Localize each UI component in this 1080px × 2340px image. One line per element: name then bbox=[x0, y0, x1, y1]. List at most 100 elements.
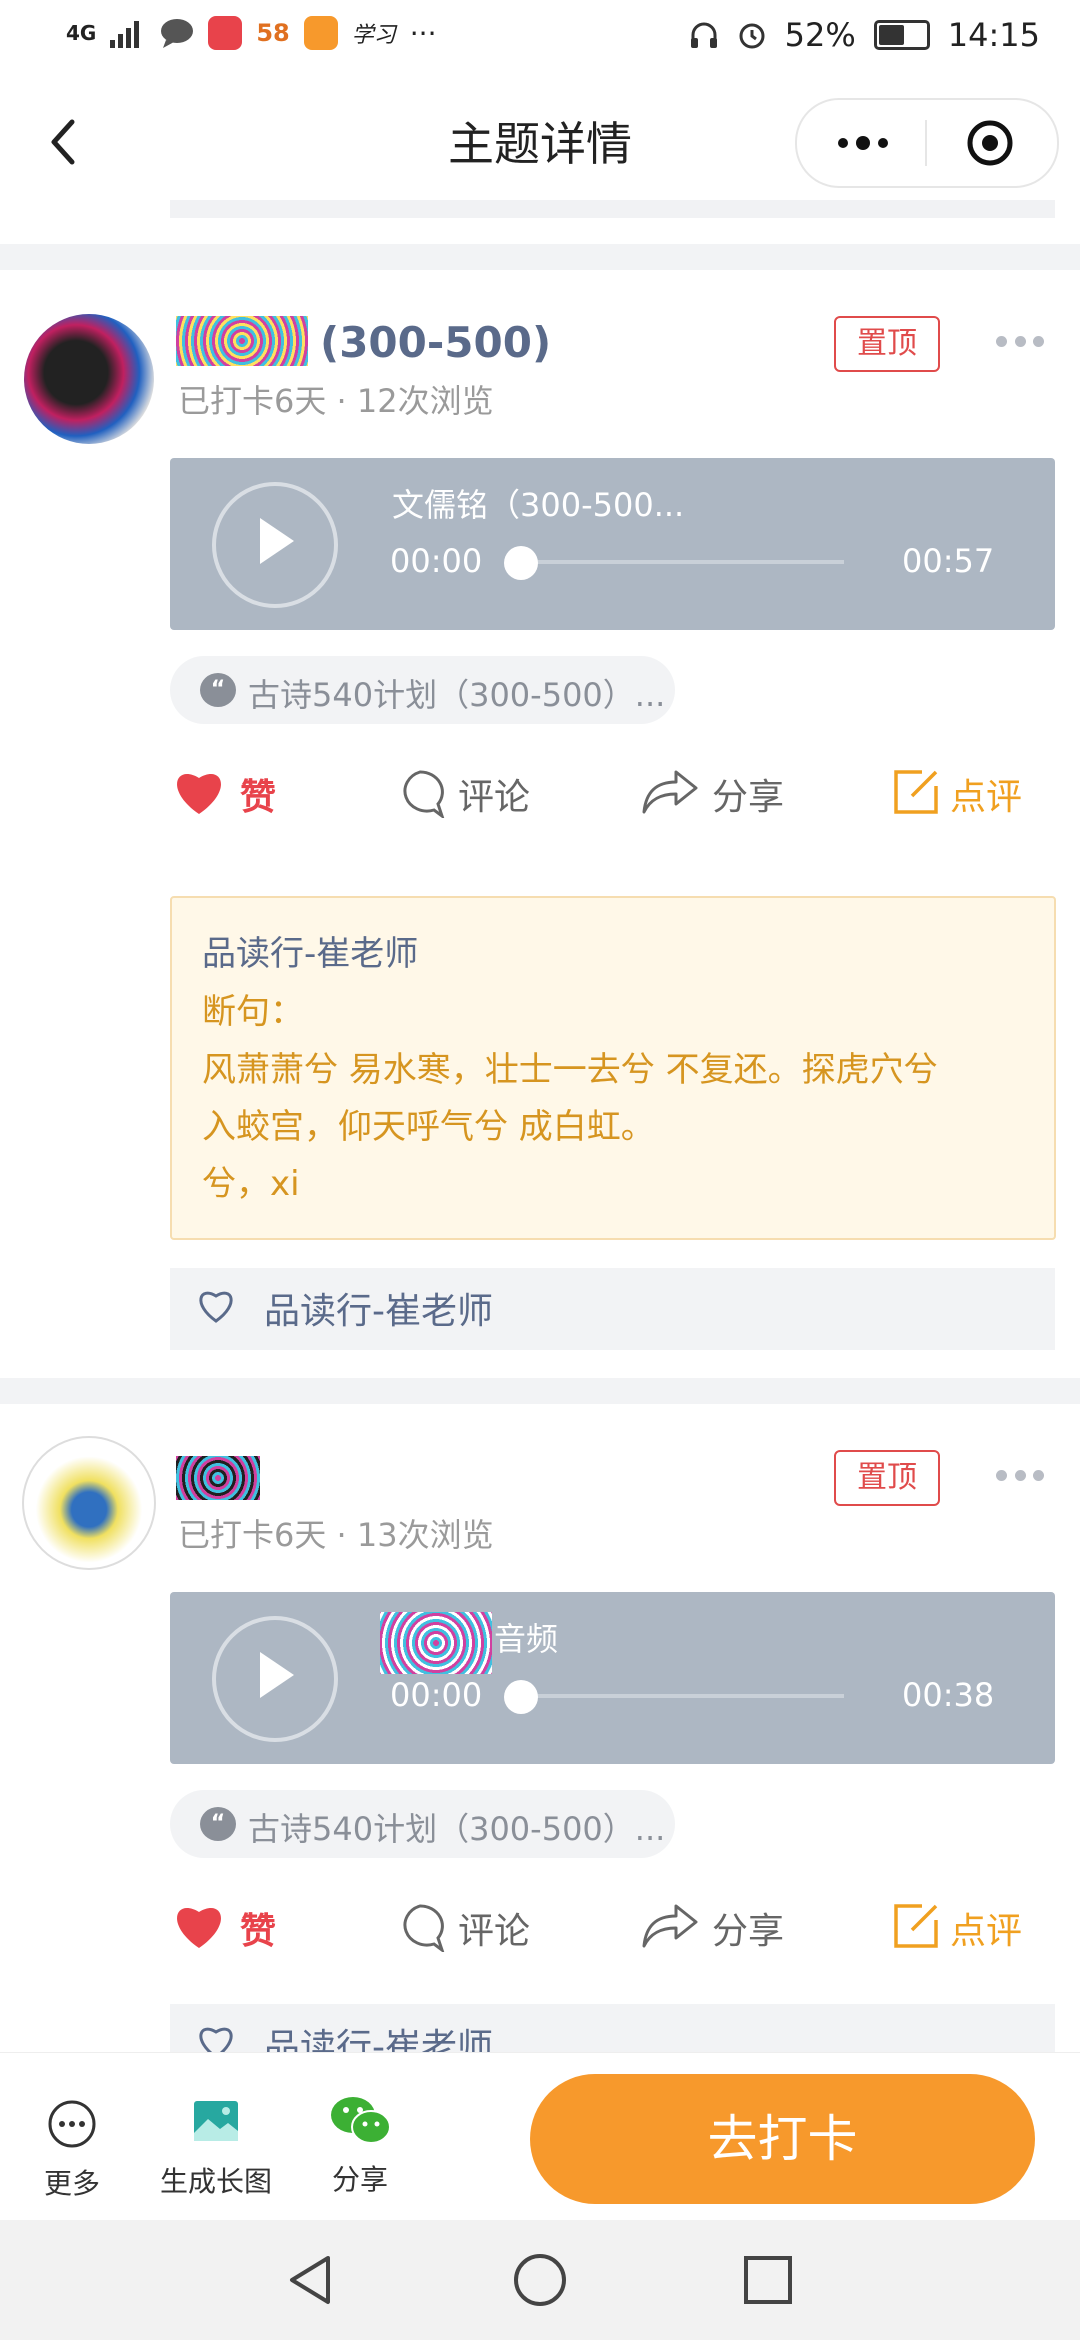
study-app-icon: 学习 bbox=[351, 23, 396, 48]
share-label: 分享 bbox=[712, 1911, 785, 1952]
audio-progress-knob[interactable] bbox=[504, 1680, 538, 1714]
more-dots-icon[interactable] bbox=[833, 122, 893, 164]
nav-recents-icon[interactable] bbox=[742, 2254, 794, 2306]
comment-bubble-icon bbox=[403, 770, 445, 818]
topic-tag[interactable]: “ 古诗540计划（300-500）... bbox=[170, 1790, 675, 1858]
huawei-app-icon bbox=[208, 16, 243, 50]
like-button[interactable]: 赞 bbox=[172, 762, 302, 822]
status-more: ··· bbox=[409, 16, 437, 50]
audio-current-time: 00:00 bbox=[390, 542, 483, 580]
edit-icon bbox=[894, 1904, 938, 1948]
review-line: 兮，xi bbox=[202, 1164, 300, 1204]
previous-post-remnant bbox=[170, 200, 1055, 218]
audio-title: 音频 bbox=[494, 1620, 559, 1658]
post-more-icon[interactable] bbox=[996, 336, 1044, 348]
audio-title: 文儒铭（300-500... bbox=[392, 486, 685, 524]
comment-label: 评论 bbox=[458, 1911, 531, 1952]
review-author[interactable]: 品读行-崔老师 bbox=[202, 926, 418, 975]
liked-by-bar: 品读行-崔老师 bbox=[170, 1268, 1055, 1350]
nav-back-icon[interactable] bbox=[284, 2252, 336, 2308]
share-button[interactable]: 分享 bbox=[640, 762, 790, 822]
audio-progress-knob[interactable] bbox=[504, 546, 538, 580]
nav-home-icon[interactable] bbox=[512, 2252, 568, 2308]
play-button[interactable] bbox=[212, 482, 338, 608]
nickname[interactable]: (300-500) bbox=[320, 318, 551, 367]
nickname-blurred bbox=[176, 316, 308, 366]
nickname-blurred bbox=[176, 1456, 260, 1500]
audio-player: 文儒铭（300-500... 00:00 00:57 bbox=[170, 458, 1055, 630]
like-label: 赞 bbox=[240, 1911, 277, 1952]
post-meta: 已打卡6天 · 12次浏览 bbox=[178, 382, 494, 420]
post-meta: 已打卡6天 · 13次浏览 bbox=[178, 1516, 494, 1554]
edit-icon bbox=[894, 770, 938, 814]
network-indicator: 4G bbox=[66, 21, 97, 45]
checkin-button[interactable]: 去打卡 bbox=[530, 2074, 1035, 2204]
battery-icon bbox=[873, 20, 930, 50]
review-button[interactable]: 点评 bbox=[892, 762, 1042, 822]
like-label: 赞 bbox=[240, 777, 277, 818]
headphones-icon bbox=[690, 22, 717, 48]
miniprogram-capsule bbox=[795, 98, 1059, 188]
heart-filled-icon bbox=[177, 774, 221, 814]
image-icon bbox=[194, 2101, 238, 2141]
liked-by-bar: 品读行-崔老师 bbox=[170, 2004, 1055, 2052]
status-left: 4G 58 学习 ··· bbox=[66, 16, 436, 50]
audio-current-time: 00:00 bbox=[390, 1676, 483, 1714]
more-circle-icon bbox=[48, 2100, 96, 2148]
topic-tag-label: 古诗540计划（300-500）... bbox=[248, 676, 666, 714]
post-card: 已打卡6天 · 13次浏览 置顶 音频 00:00 00:38 “ 古诗540计… bbox=[0, 1404, 1080, 2052]
review-line: 风萧萧兮 易水寒，壮士一去兮 不复还。探虎穴兮 bbox=[202, 1050, 938, 1090]
long-image-label: 生成长图 bbox=[159, 2165, 272, 2198]
page-header: 主题详情 bbox=[0, 72, 1080, 212]
review-label: 点评 bbox=[950, 777, 1023, 818]
app-58-icon: 58 bbox=[256, 19, 290, 47]
alarm-icon bbox=[739, 23, 765, 49]
comment-button[interactable]: 评论 bbox=[392, 1896, 542, 1956]
heart-filled-icon bbox=[177, 1908, 221, 1948]
audio-progress-track[interactable] bbox=[522, 1694, 844, 1698]
share-arrow-icon bbox=[642, 1904, 698, 1948]
comment-button[interactable]: 评论 bbox=[392, 762, 542, 822]
video-app-icon bbox=[303, 16, 338, 50]
avatar[interactable] bbox=[24, 314, 154, 444]
heart-outline-icon bbox=[199, 1291, 233, 1323]
review-button[interactable]: 点评 bbox=[892, 1896, 1042, 1956]
signal-icon bbox=[110, 21, 140, 48]
clock: 14:15 bbox=[947, 16, 1040, 54]
liked-by-name[interactable]: 品读行-崔老师 bbox=[264, 2018, 493, 2052]
more-button[interactable]: 更多 bbox=[30, 2099, 114, 2202]
audio-duration: 00:38 bbox=[902, 1676, 995, 1714]
share-label: 分享 bbox=[712, 777, 785, 818]
audio-progress-track[interactable] bbox=[522, 560, 844, 564]
more-label: 更多 bbox=[43, 2167, 100, 2200]
review-label: 点评 bbox=[950, 1911, 1023, 1952]
capsule-divider bbox=[925, 120, 927, 166]
audio-title-blurred bbox=[380, 1612, 492, 1674]
post-more-icon[interactable] bbox=[996, 1470, 1044, 1482]
post-divider bbox=[0, 244, 1080, 270]
review-label-text: 断句： bbox=[202, 992, 304, 1032]
audio-duration: 00:57 bbox=[902, 542, 995, 580]
play-button[interactable] bbox=[212, 1616, 338, 1742]
review-line: 入蛟宫，仰天呼气兮 成白虹。 bbox=[202, 1107, 655, 1147]
share-button[interactable]: 分享 bbox=[640, 1896, 790, 1956]
status-bar: 4G 58 学习 ··· 52% 14:15 bbox=[0, 0, 1080, 72]
share-arrow-icon bbox=[642, 770, 698, 814]
wechat-share-button[interactable]: 分享 bbox=[318, 2093, 402, 2198]
wechat-icon bbox=[331, 2097, 391, 2144]
avatar[interactable] bbox=[22, 1436, 156, 1570]
status-right: 52% 14:15 bbox=[689, 16, 1040, 54]
chat-bubble-icon bbox=[161, 19, 194, 48]
teacher-review: 品读行-崔老师 断句： 风萧萧兮 易水寒，壮士一去兮 不复还。探虎穴兮 入蛟宫，… bbox=[170, 896, 1056, 1240]
topic-tag[interactable]: “ 古诗540计划（300-500）... bbox=[170, 656, 675, 724]
like-button[interactable]: 赞 bbox=[172, 1896, 302, 1956]
close-target-icon[interactable] bbox=[965, 120, 1015, 166]
quote-icon: “ bbox=[200, 673, 236, 707]
comment-label: 评论 bbox=[458, 777, 531, 818]
heart-outline-icon bbox=[199, 2027, 233, 2052]
audio-player: 音频 00:00 00:38 bbox=[170, 1592, 1055, 1764]
play-icon bbox=[260, 1652, 294, 1698]
post-card: (300-500) 已打卡6天 · 12次浏览 置顶 文儒铭（300-500..… bbox=[0, 270, 1080, 1374]
liked-by-name[interactable]: 品读行-崔老师 bbox=[264, 1282, 493, 1334]
generate-long-image-button[interactable]: 生成长图 bbox=[156, 2097, 276, 2200]
